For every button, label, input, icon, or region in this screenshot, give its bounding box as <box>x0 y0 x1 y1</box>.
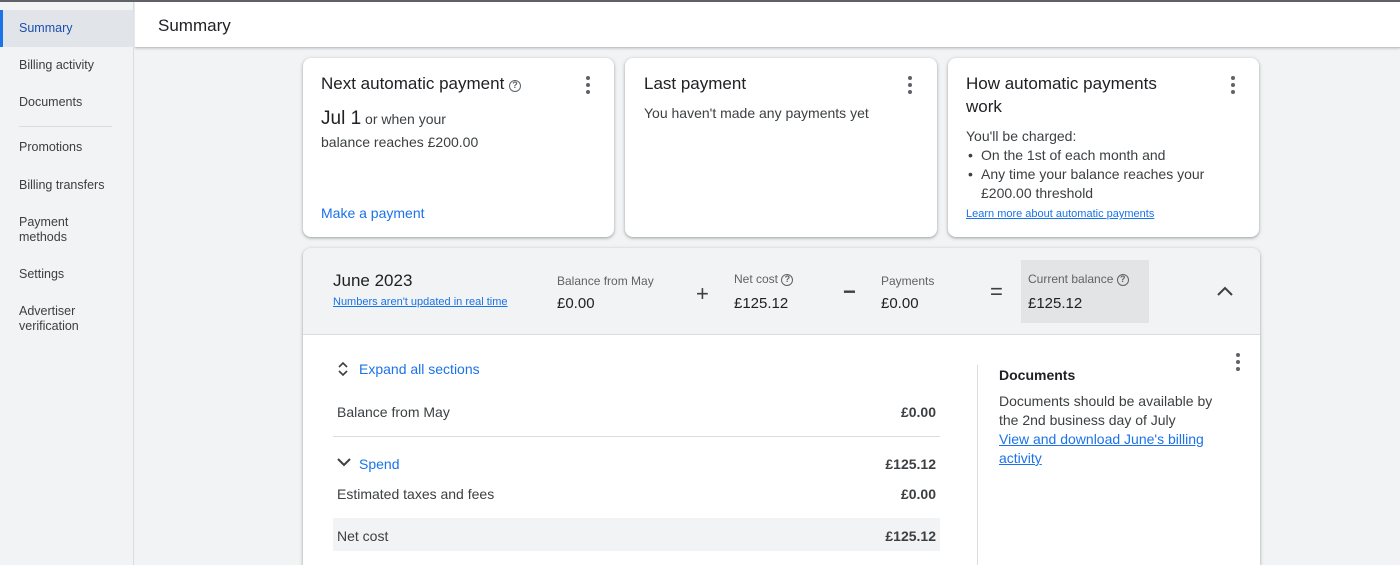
how-payments-title-line1: How automatic payments <box>966 74 1157 93</box>
how-payments-intro: You'll be charged: <box>966 128 1077 144</box>
sidebar-item-label: Summary <box>19 21 73 35</box>
next-payment-title: Next automatic payment <box>321 74 505 93</box>
next-payment-date-suffix: or when your <box>365 111 446 127</box>
sidebar-item-settings[interactable]: Settings <box>0 267 134 282</box>
download-billing-link-cont[interactable]: activity <box>999 449 1212 468</box>
spend-label: Spend <box>359 456 400 472</box>
balance-panel: June 2023 Numbers aren't updated in real… <box>303 248 1260 565</box>
net-cost-row: Net cost £125.12 <box>333 518 940 551</box>
list-item: • Any time your balance reaches your £200.… <box>968 166 1205 201</box>
net-cost-label-row: Net cost ? <box>734 272 794 286</box>
page-header: Summary <box>135 2 1400 48</box>
sidebar-divider <box>19 126 112 127</box>
current-balance-box: Current balance ? £125.12 <box>1021 260 1149 323</box>
more-options-icon[interactable] <box>1231 352 1245 372</box>
sidebar-item-promotions[interactable]: Promotions <box>0 140 134 155</box>
documents-body: Documents should be available by the 2nd… <box>999 392 1212 468</box>
documents-text-line2: the 2nd business day of July <box>999 412 1176 428</box>
sidebar-item-payment-methods[interactable]: Payment methods <box>0 215 100 245</box>
next-payment-date: Jul 1 <box>321 108 362 129</box>
billing-month: June 2023 <box>333 271 413 290</box>
list-item: • On the 1st of each month and <box>968 147 1166 163</box>
divider <box>333 436 940 437</box>
equals-operator: = <box>990 279 1003 304</box>
current-balance-label: Current balance <box>1028 272 1114 286</box>
more-options-icon[interactable] <box>581 75 595 95</box>
how-payments-body: You'll be charged: • On the 1st of each m… <box>966 127 1204 203</box>
next-payment-card: Next automatic payment ? Jul 1 or when y… <box>303 58 614 237</box>
row-balance-from-label: Balance from May <box>337 404 450 420</box>
plus-operator: + <box>696 281 709 306</box>
next-payment-threshold: balance reaches £200.00 <box>321 134 479 150</box>
bullet-text: Any time your balance reaches your <box>981 166 1205 182</box>
balance-summary-bar: June 2023 Numbers aren't updated in real… <box>303 248 1260 335</box>
row-spend-value: £125.12 <box>885 456 936 472</box>
current-balance-label-row: Current balance ? <box>1028 272 1129 286</box>
how-payments-work-card: How automatic payments work You'll be ch… <box>948 58 1259 237</box>
current-balance-value: £125.12 <box>1028 295 1083 312</box>
payments-label: Payments <box>881 274 935 288</box>
help-icon[interactable]: ? <box>1116 274 1129 286</box>
sidebar-item-billing-activity[interactable]: Billing activity <box>0 58 134 73</box>
expand-all-label: Expand all sections <box>359 361 480 377</box>
last-payment-title: Last payment <box>644 74 747 93</box>
learn-more-link[interactable]: Learn more about automatic payments <box>966 208 1154 220</box>
last-payment-text: You haven't made any payments yet <box>644 105 869 121</box>
chevron-down-icon <box>337 458 351 467</box>
balance-from-label: Balance from May <box>557 274 654 288</box>
net-cost-value: £125.12 <box>734 295 789 312</box>
unfold-more-icon <box>338 361 348 377</box>
help-icon[interactable]: ? <box>781 274 794 286</box>
minus-operator: − <box>843 279 856 304</box>
last-payment-card: Last payment You haven't made any paymen… <box>625 58 937 237</box>
download-billing-link[interactable]: View and download June's billing <box>999 430 1212 449</box>
row-balance-from-value: £0.00 <box>900 404 936 420</box>
balance-from-value: £0.00 <box>557 295 595 312</box>
next-payment-title-row: Next automatic payment ? <box>321 72 522 95</box>
row-net-cost-label: Net cost <box>337 528 389 544</box>
sidebar-item-advertiser-verification[interactable]: Advertiser verification <box>0 304 100 334</box>
vertical-divider <box>977 365 978 565</box>
row-taxes-value: £0.00 <box>900 486 936 502</box>
net-cost-label: Net cost <box>734 272 779 286</box>
row-taxes-label: Estimated taxes and fees <box>337 486 495 502</box>
collapse-chevron-up-icon[interactable] <box>1216 284 1234 298</box>
bullet-text: On the 1st of each month and <box>981 147 1166 163</box>
sidebar-item-billing-transfers[interactable]: Billing transfers <box>0 178 134 193</box>
more-options-icon[interactable] <box>903 75 917 95</box>
page-title: Summary <box>158 16 231 35</box>
documents-title: Documents <box>999 367 1076 383</box>
row-net-cost-value: £125.12 <box>885 528 936 544</box>
bullet-text-cont: £200.00 threshold <box>981 185 1094 201</box>
sidebar-item-documents[interactable]: Documents <box>0 95 134 110</box>
payments-value: £0.00 <box>881 295 919 312</box>
more-options-icon[interactable] <box>1226 75 1240 95</box>
next-payment-date-row: Jul 1 or when your <box>321 108 446 130</box>
make-payment-link[interactable]: Make a payment <box>321 205 425 221</box>
documents-text-line1: Documents should be available by <box>999 393 1213 409</box>
sidebar-item-summary[interactable]: Summary <box>0 10 134 47</box>
realtime-note-link[interactable]: Numbers aren't updated in real time <box>333 296 508 308</box>
help-icon[interactable]: ? <box>509 80 522 92</box>
sidebar-nav: Summary Billing activity Documents Promo… <box>0 2 134 565</box>
how-payments-title-line2: work <box>966 97 1002 116</box>
